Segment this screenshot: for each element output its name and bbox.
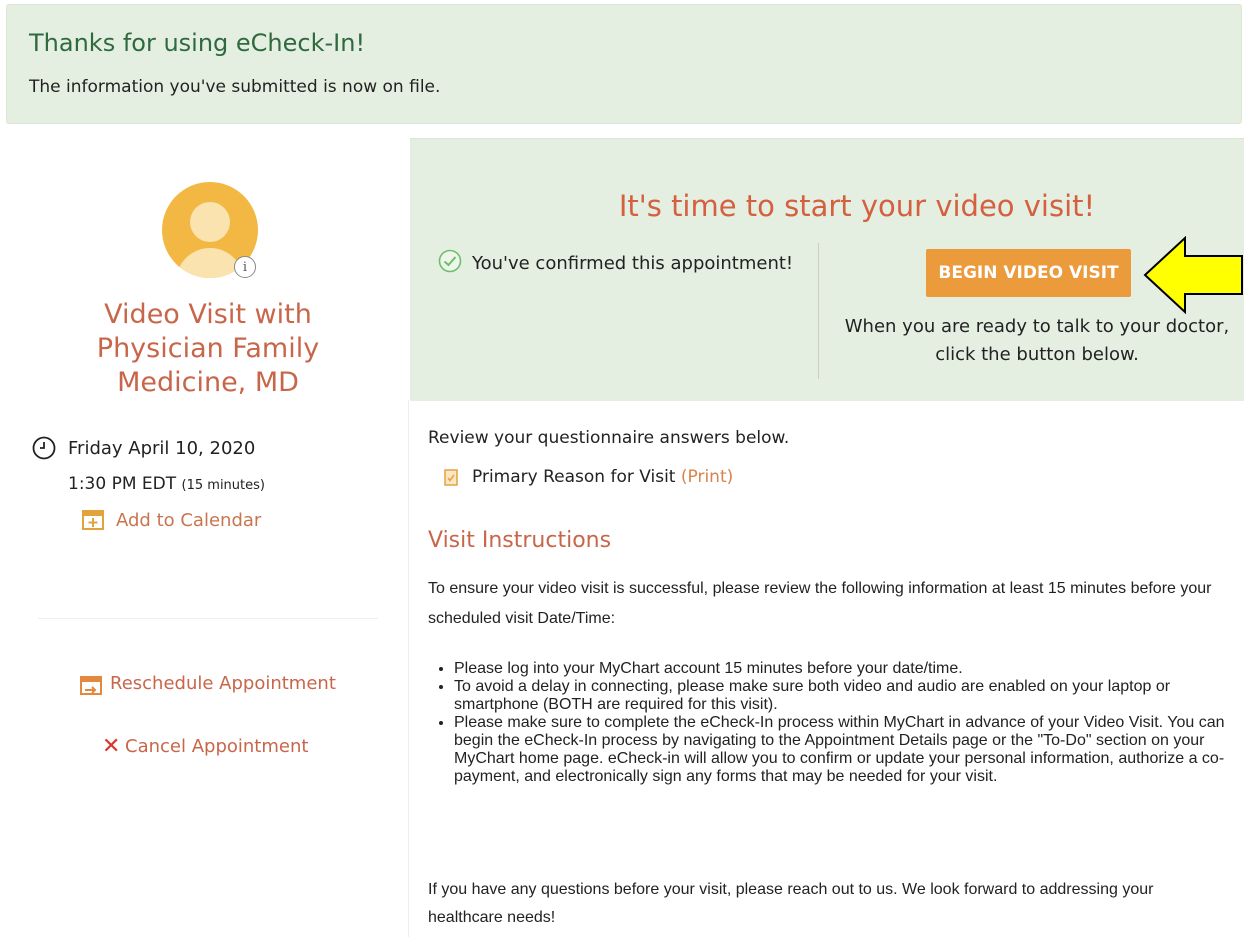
calendar-add-icon	[82, 510, 104, 530]
reschedule-icon	[80, 676, 102, 695]
divider	[38, 618, 378, 619]
banner-subtitle: The information you've submitted is now …	[29, 77, 441, 97]
visit-title-line: Video Visit with	[104, 299, 312, 330]
visit-title: Video Visit with Physician Family Medici…	[8, 298, 408, 400]
video-visit-heading: It's time to start your video visit!	[618, 189, 1096, 223]
cancel-appointment-link[interactable]: Cancel Appointment	[125, 736, 308, 757]
visit-title-line: Medicine, MD	[117, 367, 299, 398]
confirmation-text: You've confirmed this appointment!	[472, 253, 794, 274]
visit-title-line: Physician Family	[96, 333, 320, 364]
questionnaire-item-label: Primary Reason for Visit	[472, 467, 676, 487]
add-to-calendar-link[interactable]: Add to Calendar	[116, 510, 261, 531]
divider	[818, 243, 819, 379]
appointment-time-value: 1:30 PM EDT	[68, 474, 177, 494]
arrow-annotation-icon	[1143, 236, 1243, 314]
visit-instructions-heading: Visit Instructions	[428, 528, 612, 553]
clock-icon	[32, 436, 56, 460]
video-visit-panel: It's time to start your video visit! You…	[410, 138, 1244, 401]
instructions-list: Please log into your MyChart account 15 …	[428, 660, 1244, 786]
closing-text: If you have any questions before your vi…	[428, 881, 1154, 926]
begin-video-visit-button[interactable]: BEGIN VIDEO VISIT	[926, 249, 1131, 297]
info-icon[interactable]: i	[234, 256, 256, 278]
questionnaire-review-text: Review your questionnaire answers below.	[428, 428, 790, 448]
echeckin-banner: Thanks for using eCheck-In! The informat…	[6, 4, 1242, 124]
list-item: Please make sure to complete the eCheck-…	[454, 714, 1244, 786]
check-circle-icon	[438, 249, 462, 273]
print-link[interactable]: (Print)	[681, 467, 733, 487]
ready-instructions: When you are ready to talk to your docto…	[844, 316, 1230, 365]
appointment-sidebar: i Video Visit with Physician Family Medi…	[8, 138, 408, 658]
instructions-intro: To ensure your video visit is successful…	[428, 580, 1212, 627]
appointment-date: Friday April 10, 2020	[68, 438, 256, 459]
list-item: To avoid a delay in connecting, please m…	[454, 678, 1244, 714]
appointment-duration: (15 minutes)	[181, 478, 265, 493]
clipboard-icon	[444, 469, 458, 486]
questionnaire-item: Primary Reason for Visit (Print)	[472, 467, 733, 487]
divider	[408, 400, 409, 937]
reschedule-appointment-link[interactable]: Reschedule Appointment	[110, 673, 336, 694]
list-item: Please log into your MyChart account 15 …	[454, 660, 1244, 678]
appointment-time: 1:30 PM EDT (15 minutes)	[68, 474, 265, 494]
banner-title: Thanks for using eCheck-In!	[29, 29, 366, 57]
close-icon: ✕	[102, 734, 121, 759]
